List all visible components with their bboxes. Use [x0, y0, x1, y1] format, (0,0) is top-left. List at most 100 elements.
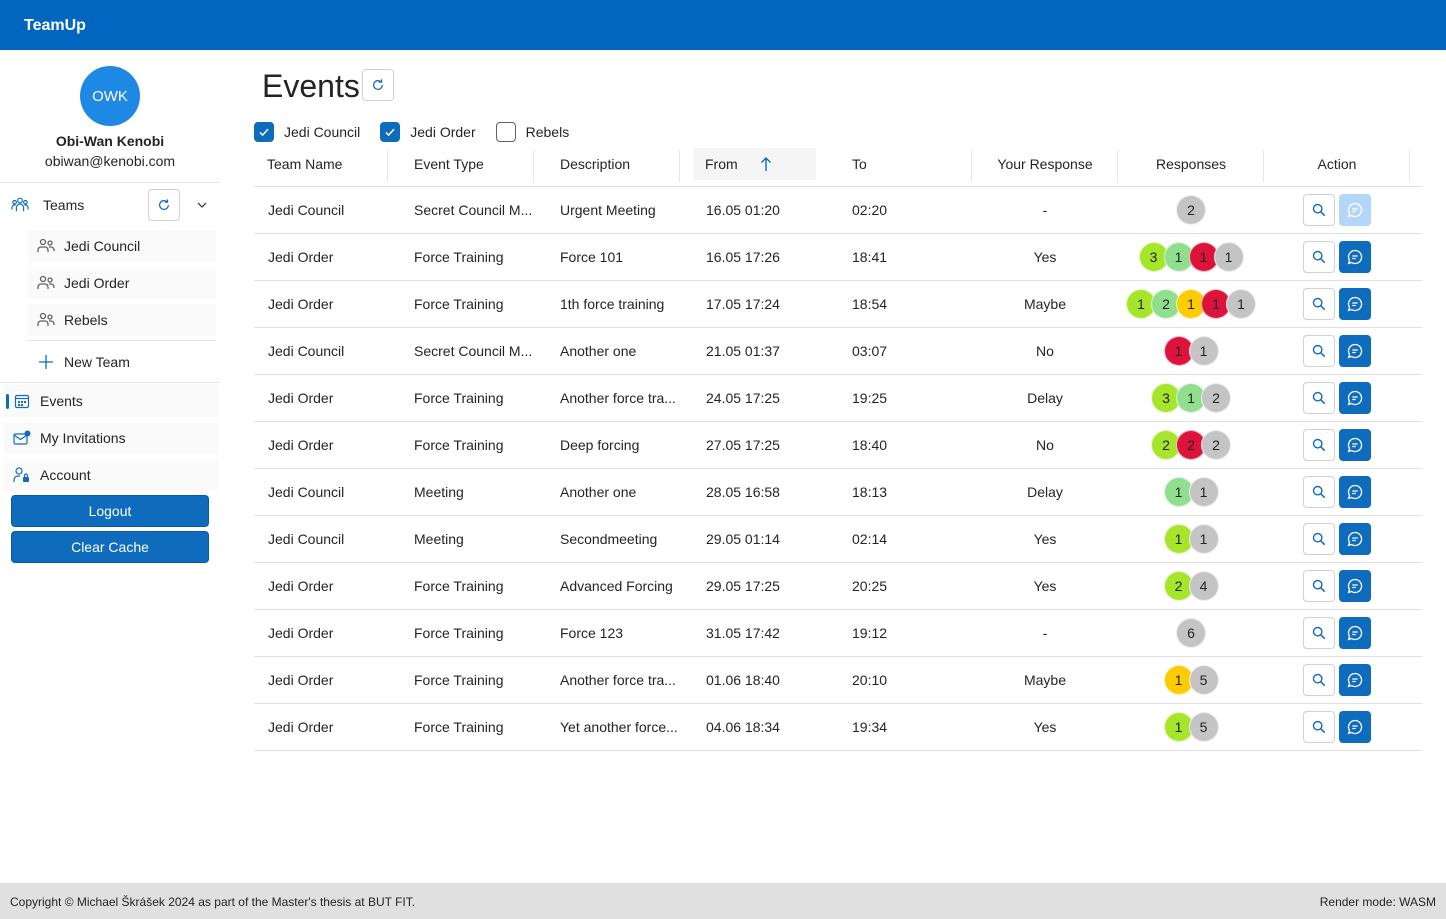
cell-team-name: Jedi Council [268, 343, 345, 359]
view-event-button[interactable] [1303, 335, 1335, 367]
checkbox-checked[interactable] [380, 122, 401, 142]
sidebar-item-invitations[interactable]: My Invitations [4, 422, 218, 454]
chat-button[interactable] [1339, 617, 1371, 649]
chat-button[interactable] [1339, 194, 1371, 226]
sidebar-item-account[interactable]: Account [4, 459, 218, 491]
response-bubbles: 12111 [1126, 289, 1256, 319]
filter-label: Rebels [525, 124, 570, 140]
filter-jedi-council[interactable]: Jedi Council [254, 122, 360, 142]
filter-rebels[interactable]: Rebels [495, 122, 570, 142]
cell-event-type: Force Training [414, 249, 504, 265]
divider [28, 340, 216, 341]
search-icon [1312, 203, 1326, 217]
clear-cache-button[interactable]: Clear Cache [11, 531, 209, 563]
sidebar-item-label: Jedi Council [64, 238, 141, 254]
sidebar-item-label: Events [40, 393, 83, 409]
view-event-button[interactable] [1303, 382, 1335, 414]
view-event-button[interactable] [1303, 429, 1335, 461]
cell-action [1264, 657, 1410, 703]
chat-button[interactable] [1339, 288, 1371, 320]
cell-description: Another one [560, 484, 637, 500]
sidebar-item-events[interactable]: Events [4, 385, 218, 417]
cell-event-type: Secret Council M... [414, 343, 533, 359]
view-event-button[interactable] [1303, 570, 1335, 602]
cell-responses: 3111 [1118, 234, 1264, 280]
chat-button[interactable] [1339, 241, 1371, 273]
column-header-your-response[interactable]: Your Response [972, 148, 1118, 182]
view-event-button[interactable] [1303, 523, 1335, 555]
chat-icon [1347, 390, 1363, 406]
search-icon [1312, 297, 1326, 311]
checkbox-checked[interactable] [254, 122, 274, 142]
response-count-badge: 6 [1176, 618, 1206, 648]
table-row: Jedi Order Force Training Force 101 16.05 1… [254, 234, 1422, 281]
cell-team-name: Jedi Council [268, 202, 345, 218]
cell-event-type: Force Training [414, 672, 504, 688]
active-indicator [6, 394, 9, 409]
row-actions [1303, 382, 1371, 414]
view-event-button[interactable] [1303, 664, 1335, 696]
view-event-button[interactable] [1303, 241, 1335, 273]
sidebar-item-rebels[interactable]: Rebels [28, 304, 216, 336]
refresh-events-button[interactable] [362, 69, 394, 101]
cell-to: 20:25 [852, 578, 888, 594]
teams-label[interactable]: Teams [36, 197, 148, 213]
logout-button[interactable]: Logout [11, 495, 209, 527]
sidebar-item-jedi-order[interactable]: Jedi Order [28, 267, 216, 299]
user-name: Obi-Wan Kenobi [55, 133, 165, 149]
column-header-action[interactable]: Action [1264, 148, 1410, 182]
chat-button[interactable] [1339, 335, 1371, 367]
cell-your-response: Yes [1033, 719, 1057, 735]
chat-button[interactable] [1339, 570, 1371, 602]
chat-icon [1347, 578, 1363, 594]
chat-button[interactable] [1339, 476, 1371, 508]
chat-button[interactable] [1339, 711, 1371, 743]
column-header-description[interactable]: Description [548, 148, 680, 182]
view-event-button[interactable] [1303, 288, 1335, 320]
column-header-team-name[interactable]: Team Name [256, 148, 388, 182]
teams-section-header: Teams [4, 187, 218, 223]
app-title[interactable]: TeamUp [24, 17, 86, 35]
column-header-event-type[interactable]: Event Type [402, 148, 534, 182]
column-header-from[interactable]: From [694, 148, 816, 180]
events-table: Team Name Event Type Description From To… [254, 146, 1422, 751]
divider [0, 382, 220, 383]
checkbox-unchecked[interactable] [495, 122, 516, 142]
search-icon [1312, 438, 1326, 452]
search-icon [1312, 391, 1326, 405]
chat-button[interactable] [1339, 429, 1371, 461]
cell-responses: 24 [1118, 563, 1264, 609]
chat-button[interactable] [1339, 382, 1371, 414]
view-event-button[interactable] [1303, 476, 1335, 508]
sidebar-item-jedi-council[interactable]: Jedi Council [28, 230, 216, 262]
cell-action [1264, 516, 1410, 562]
chevron-down-icon[interactable] [186, 199, 218, 211]
view-event-button[interactable] [1303, 711, 1335, 743]
filter-jedi-order[interactable]: Jedi Order [380, 122, 476, 142]
chat-button[interactable] [1339, 523, 1371, 555]
row-actions [1303, 617, 1371, 649]
copyright-text: Copyright © Michael Škrášek 2024 as part… [10, 895, 416, 909]
view-event-button[interactable] [1303, 194, 1335, 226]
refresh-teams-button[interactable] [148, 189, 180, 221]
avatar: OWK [80, 66, 140, 126]
render-mode-text: Render mode: WASM [1319, 895, 1436, 909]
column-header-responses[interactable]: Responses [1118, 148, 1264, 182]
column-header-to[interactable]: To [826, 148, 972, 182]
sidebar-item-label: Rebels [64, 312, 108, 328]
row-actions [1303, 711, 1371, 743]
refresh-icon [159, 199, 169, 210]
page-title: Events [262, 68, 360, 104]
cell-team-name: Jedi Order [268, 296, 334, 312]
table-row: Jedi Council Meeting Another one 28.05 16:5… [254, 469, 1422, 516]
chat-button[interactable] [1339, 664, 1371, 696]
cell-to: 18:54 [852, 296, 888, 312]
chat-icon [1347, 437, 1363, 453]
cell-your-response: Yes [1033, 578, 1057, 594]
search-icon [1312, 532, 1326, 546]
cell-to: 19:12 [852, 625, 888, 641]
cell-your-response: - [1042, 202, 1048, 218]
new-team-button[interactable]: New Team [28, 346, 216, 378]
cell-to: 18:41 [852, 249, 888, 265]
view-event-button[interactable] [1303, 617, 1335, 649]
